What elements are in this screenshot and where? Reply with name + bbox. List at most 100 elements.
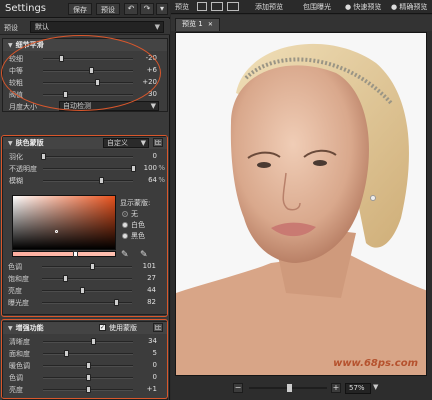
slider-track[interactable]	[43, 79, 133, 86]
undo-icon[interactable]: ↶	[124, 3, 138, 15]
split-view-icon[interactable]	[211, 2, 223, 11]
slider-knob[interactable]	[89, 263, 95, 270]
slider-track[interactable]	[43, 177, 133, 184]
section-header[interactable]: ▼ 增强功能 ✓ 使用蒙版	[3, 322, 167, 334]
slider-track[interactable]	[43, 374, 133, 381]
slider-value[interactable]: 82	[130, 298, 156, 306]
chevron-down-icon[interactable]: ▼	[373, 383, 378, 391]
preview-button[interactable]: 预览	[175, 2, 189, 12]
preset-select[interactable]: 默认 ▼	[30, 21, 164, 33]
slider-value[interactable]: 30	[131, 90, 157, 98]
section-header[interactable]: ▼ 细节平滑	[3, 39, 167, 51]
slider-track[interactable]	[43, 67, 133, 74]
radio-dot[interactable]	[122, 233, 128, 239]
slider-track[interactable]	[43, 55, 133, 62]
display-mask-radio[interactable]: 白色	[122, 220, 145, 230]
hue-cursor[interactable]	[73, 251, 78, 257]
mask-mode-value: 自定义	[107, 139, 128, 147]
slider-knob[interactable]	[79, 287, 85, 294]
slider-knob[interactable]	[95, 79, 100, 86]
close-icon[interactable]: ✕	[208, 21, 213, 28]
slider-row: 饱和度 27	[2, 273, 166, 284]
use-mask-checkbox[interactable]: ✓	[99, 324, 106, 331]
menu-icon[interactable]: ▾	[156, 3, 168, 15]
zoom-in-button[interactable]: +	[331, 383, 341, 393]
zoom-value[interactable]: 57%	[345, 383, 371, 394]
single-view-icon[interactable]	[197, 2, 207, 11]
eyedropper-remove-icon[interactable]: ✎	[140, 250, 148, 260]
slider-value[interactable]: 100	[131, 164, 157, 172]
dual-view-icon[interactable]	[227, 2, 239, 11]
mask-mode-select[interactable]: 自定义 ▼	[103, 138, 149, 148]
radio-dot[interactable]	[122, 211, 128, 217]
slider-value[interactable]: -20	[131, 54, 157, 62]
slider-value[interactable]: 5	[131, 349, 157, 357]
sharp-preview-radio[interactable]: ● 精确预览	[391, 2, 432, 12]
slider-value[interactable]: 34	[131, 337, 157, 345]
slider-row: 较细 -20	[3, 53, 167, 64]
display-mask-radio[interactable]: 无	[122, 209, 138, 219]
add-preview-button[interactable]: 添加预览	[255, 2, 283, 12]
slider-track[interactable]	[42, 263, 132, 270]
slider-value[interactable]: 64	[131, 176, 157, 184]
slider-knob[interactable]	[62, 91, 68, 98]
slider-value[interactable]: 0	[131, 152, 157, 160]
threshold-select[interactable]: 自动检测 ▼	[59, 101, 159, 111]
picker-cursor[interactable]	[55, 230, 58, 233]
slider-value[interactable]: +20	[131, 78, 157, 86]
slider-track[interactable]	[43, 362, 133, 369]
slider-track[interactable]	[43, 350, 133, 357]
slider-knob[interactable]	[62, 275, 68, 282]
slider-label: 饱和度	[8, 275, 29, 283]
bracket-button[interactable]: 包围曝光	[303, 2, 331, 12]
zoom-slider[interactable]	[249, 384, 327, 392]
color-picker[interactable]	[12, 195, 116, 250]
save-button[interactable]: 保存	[68, 3, 92, 15]
slider-track[interactable]	[43, 386, 133, 393]
slider-knob[interactable]	[86, 362, 91, 369]
zoom-bar: − + 57% ▼	[171, 378, 432, 400]
eyedropper-add-icon[interactable]: ✎	[121, 250, 129, 260]
slider-knob[interactable]	[63, 350, 69, 357]
slider-knob[interactable]	[88, 67, 94, 74]
slider-value[interactable]: 27	[130, 274, 156, 282]
slider-label: 亮度	[8, 287, 22, 295]
slider-knob[interactable]	[41, 153, 46, 160]
slider-knob[interactable]	[98, 177, 104, 184]
settings-toolbar: Settings 保存 预设 ↶ ↷ ▾	[0, 0, 170, 18]
zoom-out-button[interactable]: −	[233, 383, 243, 393]
slider-track[interactable]	[41, 153, 133, 160]
slider-value[interactable]: 44	[130, 286, 156, 294]
slider-track[interactable]	[43, 91, 133, 98]
preset-button[interactable]: 预设	[96, 3, 120, 15]
grid-icon[interactable]	[153, 138, 163, 147]
slider-track[interactable]	[42, 287, 132, 294]
slider-track[interactable]	[43, 165, 136, 172]
tab-label: 预览 1	[182, 20, 203, 28]
slider-knob[interactable]	[86, 386, 91, 393]
slider-knob[interactable]	[86, 374, 91, 381]
zoom-slider-knob[interactable]	[287, 384, 292, 392]
preview-panel: 预览 添加预览 包围曝光 ● 快速预览 ● 精确预览 预览 1 ✕ www.68…	[171, 0, 432, 400]
slider-value[interactable]: +6	[131, 66, 157, 74]
preset-value: 默认	[35, 23, 49, 31]
slider-knob[interactable]	[59, 55, 64, 62]
slider-track[interactable]	[42, 299, 132, 306]
slider-value[interactable]: +1	[131, 385, 157, 393]
grid-icon[interactable]	[153, 323, 163, 332]
slider-value[interactable]: 0	[131, 373, 157, 381]
slider-value[interactable]: 0	[131, 361, 157, 369]
radio-dot[interactable]	[122, 222, 128, 228]
slider-knob[interactable]	[113, 299, 119, 306]
slider-track[interactable]	[43, 338, 133, 345]
tab-preview-1[interactable]: 预览 1 ✕	[175, 18, 220, 31]
preview-canvas[interactable]: www.68ps.com	[175, 32, 427, 376]
slider-value[interactable]: 101	[130, 262, 156, 270]
redo-icon[interactable]: ↷	[140, 3, 154, 15]
section-header[interactable]: ▼ 肤色蒙版 自定义 ▼	[3, 137, 167, 149]
hue-strip[interactable]	[12, 251, 116, 257]
display-mask-radio[interactable]: 黑色	[122, 231, 145, 241]
slider-track[interactable]	[42, 275, 132, 282]
fast-preview-radio[interactable]: ● 快速预览	[345, 2, 381, 12]
slider-knob[interactable]	[90, 338, 96, 345]
